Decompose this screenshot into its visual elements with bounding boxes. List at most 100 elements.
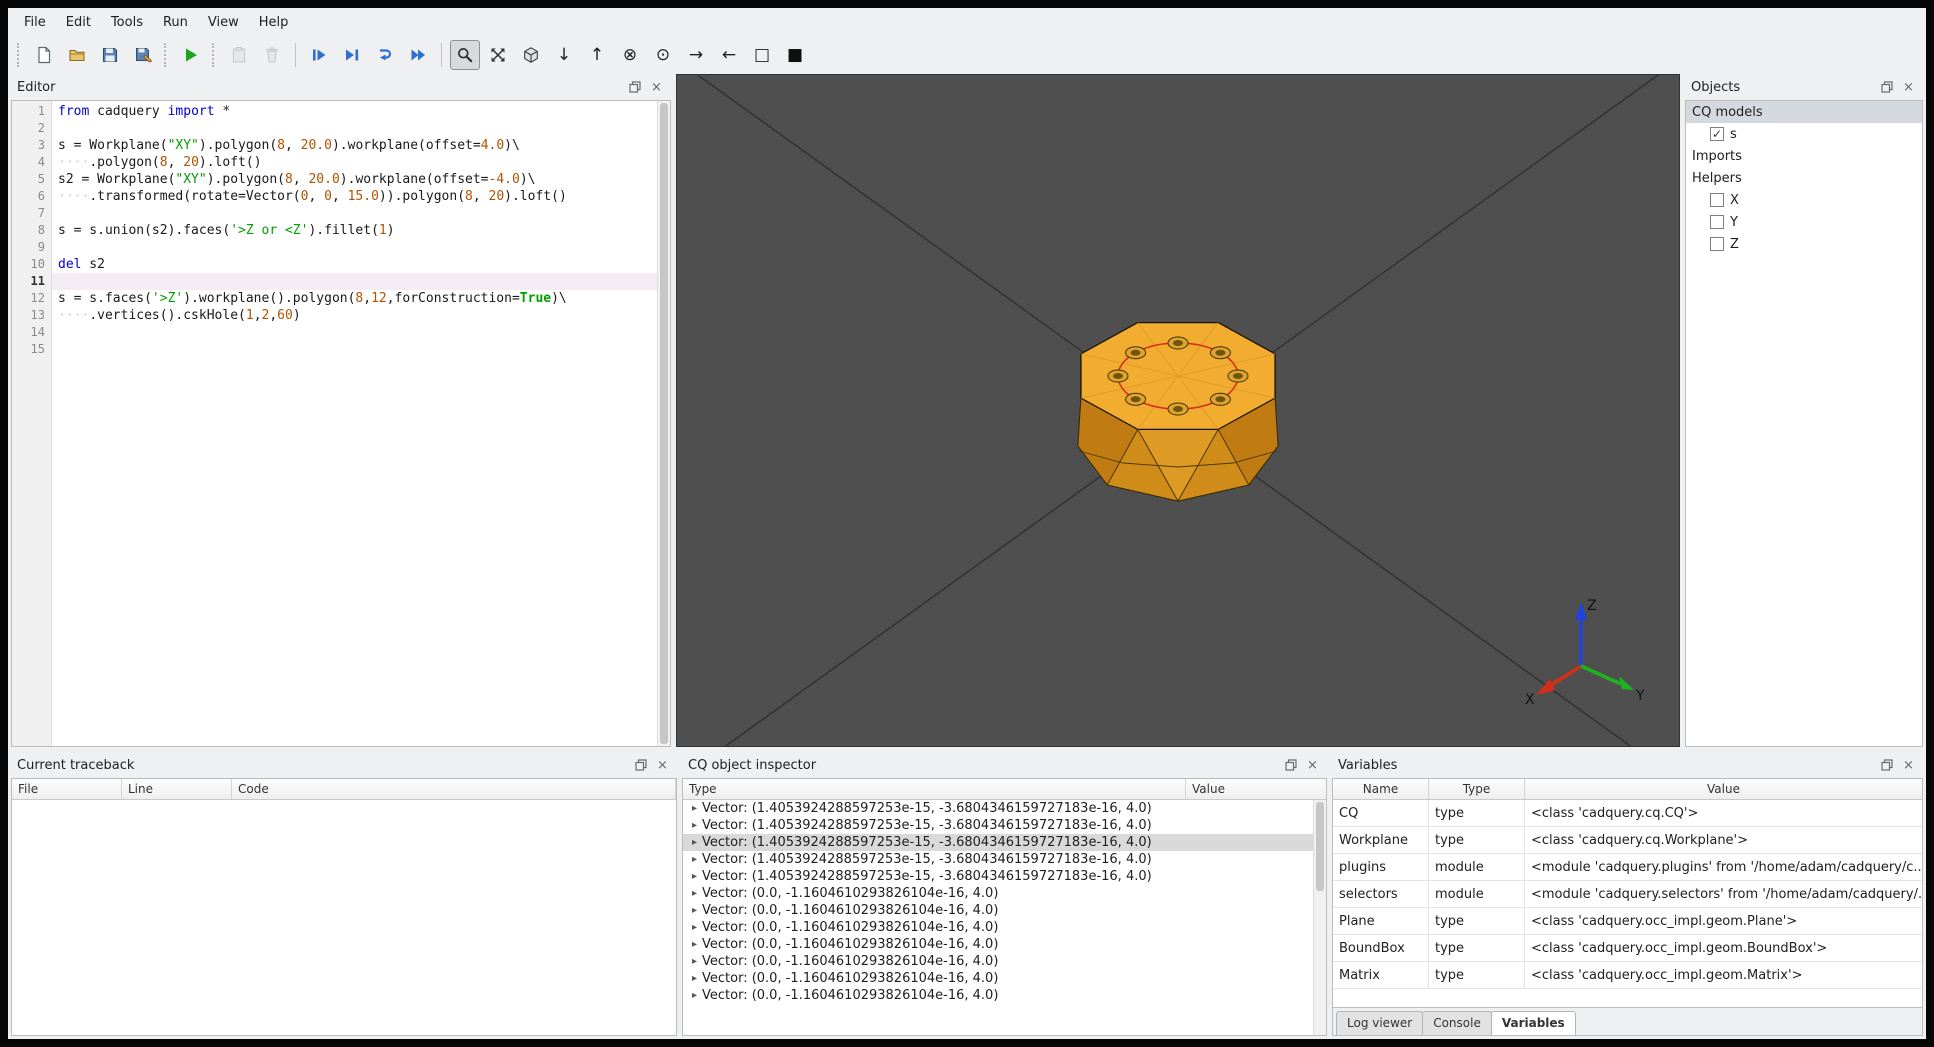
open-script-button[interactable] — [62, 40, 92, 70]
inspector-row[interactable]: ▸ Vector: (1.4053924288597253e-15, -3.680… — [683, 851, 1313, 868]
checkbox-Y[interactable] — [1710, 215, 1724, 229]
variables-panel-close-button[interactable]: × — [1900, 757, 1917, 774]
variable-row[interactable]: CQ type <class 'cadquery.cq.CQ'> — [1333, 800, 1922, 827]
expand-arrow-icon[interactable]: ▸ — [687, 888, 702, 899]
objects-group-helpers[interactable]: Helpers — [1686, 167, 1922, 189]
right-view-button[interactable]: → — [681, 40, 711, 70]
variable-row[interactable]: BoundBox type <class 'cadquery.occ_impl.ge… — [1333, 935, 1922, 962]
tab-console[interactable]: Console — [1422, 1011, 1492, 1035]
code-line-15[interactable]: 15 — [12, 341, 657, 358]
editor-body[interactable]: 1 from cadquery import * 2 3 s = Workplane("… — [11, 100, 671, 747]
objects-panel-float-button[interactable] — [1878, 79, 1895, 96]
helper-item[interactable]: X — [1686, 189, 1922, 211]
code-line-13[interactable]: 13 ····.vertices().cskHole(1,2,60) — [12, 307, 657, 324]
paste-button[interactable] — [224, 40, 254, 70]
cad-model[interactable] — [948, 241, 1408, 581]
inspector-row[interactable]: ▸ Vector: (1.4053924288597253e-15, -3.680… — [683, 800, 1313, 817]
expand-arrow-icon[interactable]: ▸ — [687, 820, 702, 831]
menu-edit[interactable]: Edit — [56, 11, 101, 34]
menu-view[interactable]: View — [198, 11, 249, 34]
column-header-line[interactable]: Line — [122, 779, 232, 799]
code-line-11[interactable]: 11 — [12, 273, 657, 290]
code-line-5[interactable]: 5 s2 = Workplane("XY").polygon(8, 20.0).w… — [12, 171, 657, 188]
expand-arrow-icon[interactable]: ▸ — [687, 973, 702, 984]
inspector-row[interactable]: ▸ Vector: (0.0, -1.1604610293826104e-16, … — [683, 953, 1313, 970]
scrollbar-thumb[interactable] — [1316, 802, 1324, 892]
helper-item[interactable]: Y — [1686, 211, 1922, 233]
wireframe-button[interactable]: □ — [747, 40, 777, 70]
editor-panel-float-button[interactable] — [626, 79, 643, 96]
editor-scrollbar[interactable] — [657, 101, 670, 746]
column-header-value[interactable]: Value — [1186, 779, 1326, 799]
inspector-row[interactable]: ▸ Vector: (0.0, -1.1604610293826104e-16, … — [683, 885, 1313, 902]
code-line-8[interactable]: 8 s = s.union(s2).faces('>Z or <Z').fille… — [12, 222, 657, 239]
code-line-6[interactable]: 6 ····.transformed(rotate=Vector(0, 0, 15… — [12, 188, 657, 205]
save-script-button[interactable] — [95, 40, 125, 70]
step-return-button[interactable] — [370, 40, 400, 70]
variable-row[interactable]: Workplane type <class 'cadquery.cq.Workpla… — [1333, 827, 1922, 854]
expand-arrow-icon[interactable]: ▸ — [687, 854, 702, 865]
objects-group-cq-models[interactable]: CQ models — [1686, 101, 1922, 123]
expand-arrow-icon[interactable]: ▸ — [687, 871, 702, 882]
tab-log-viewer[interactable]: Log viewer — [1336, 1011, 1424, 1035]
expand-arrow-icon[interactable]: ▸ — [687, 922, 702, 933]
variable-row[interactable]: selectors module <module 'cadquery.selecto… — [1333, 881, 1922, 908]
objects-panel-close-button[interactable]: × — [1900, 79, 1917, 96]
code-line-2[interactable]: 2 — [12, 120, 657, 137]
code-line-10[interactable]: 10 del s2 — [12, 256, 657, 273]
code-line-9[interactable]: 9 — [12, 239, 657, 256]
debug-button[interactable] — [304, 40, 334, 70]
helper-item[interactable]: Z — [1686, 233, 1922, 255]
inspector-row[interactable]: ▸ Vector: (1.4053924288597253e-15, -3.680… — [683, 868, 1313, 885]
shaded-button[interactable]: ■ — [780, 40, 810, 70]
column-header-code[interactable]: Code — [232, 779, 676, 799]
delete-button[interactable] — [257, 40, 287, 70]
variable-row[interactable]: Matrix type <class 'cadquery.occ_impl.geom… — [1333, 962, 1922, 989]
left-view-button[interactable]: ← — [714, 40, 744, 70]
expand-arrow-icon[interactable]: ▸ — [687, 837, 702, 848]
expand-arrow-icon[interactable]: ▸ — [687, 939, 702, 950]
code-line-1[interactable]: 1 from cadquery import * — [12, 103, 657, 120]
variable-row[interactable]: plugins module <module 'cadquery.plugins' … — [1333, 854, 1922, 881]
inspector-scrollbar[interactable] — [1313, 800, 1326, 1035]
inspector-row[interactable]: ▸ Vector: (0.0, -1.1604610293826104e-16, … — [683, 987, 1313, 1004]
traceback-panel-float-button[interactable] — [632, 757, 649, 774]
column-header-type[interactable]: Type — [683, 779, 1186, 799]
column-header-file[interactable]: File — [12, 779, 122, 799]
iso-view-button[interactable] — [516, 40, 546, 70]
column-header-name[interactable]: Name — [1333, 779, 1429, 799]
viewport-3d[interactable]: Z X Y — [676, 74, 1680, 747]
inspector-row[interactable]: ▸ Vector: (0.0, -1.1604610293826104e-16, … — [683, 919, 1313, 936]
column-header-type[interactable]: Type — [1429, 779, 1525, 799]
inspector-panel-close-button[interactable]: × — [1304, 757, 1321, 774]
top-view-button[interactable]: ↑ — [582, 40, 612, 70]
tab-variables[interactable]: Variables — [1490, 1011, 1576, 1035]
new-script-button[interactable] — [29, 40, 59, 70]
back-view-button[interactable]: ⊙ — [648, 40, 678, 70]
expand-arrow-icon[interactable]: ▸ — [687, 803, 702, 814]
expand-arrow-icon[interactable]: ▸ — [687, 956, 702, 967]
code-line-4[interactable]: 4 ····.polygon(8, 20).loft() — [12, 154, 657, 171]
variables-panel-float-button[interactable] — [1878, 757, 1895, 774]
step-button[interactable] — [337, 40, 367, 70]
inspector-row[interactable]: ▸ Vector: (0.0, -1.1604610293826104e-16, … — [683, 936, 1313, 953]
traceback-panel-close-button[interactable]: × — [654, 757, 671, 774]
checkbox-s[interactable]: ✓ — [1710, 127, 1724, 141]
checkbox-X[interactable] — [1710, 193, 1724, 207]
menu-run[interactable]: Run — [153, 11, 198, 34]
inspector-row[interactable]: ▸ Vector: (0.0, -1.1604610293826104e-16, … — [683, 902, 1313, 919]
objects-group-imports[interactable]: Imports — [1686, 145, 1922, 167]
expand-arrow-icon[interactable]: ▸ — [687, 905, 702, 916]
inspector-row[interactable]: ▸ Vector: (0.0, -1.1604610293826104e-16, … — [683, 970, 1313, 987]
variable-row[interactable]: Plane type <class 'cadquery.occ_impl.geom.… — [1333, 908, 1922, 935]
code-line-12[interactable]: 12 s = s.faces('>Z').workplane().polygon(… — [12, 290, 657, 307]
front-view-button[interactable]: ⊗ — [615, 40, 645, 70]
render-button[interactable] — [176, 40, 206, 70]
code-line-7[interactable]: 7 — [12, 205, 657, 222]
inspector-row[interactable]: ▸ Vector: (1.4053924288597253e-15, -3.680… — [683, 834, 1313, 851]
menu-tools[interactable]: Tools — [101, 11, 153, 34]
code-line-14[interactable]: 14 — [12, 324, 657, 341]
objects-model-item[interactable]: ✓ s — [1686, 123, 1922, 145]
menu-file[interactable]: File — [14, 11, 56, 34]
fit-view-button[interactable] — [450, 40, 480, 70]
